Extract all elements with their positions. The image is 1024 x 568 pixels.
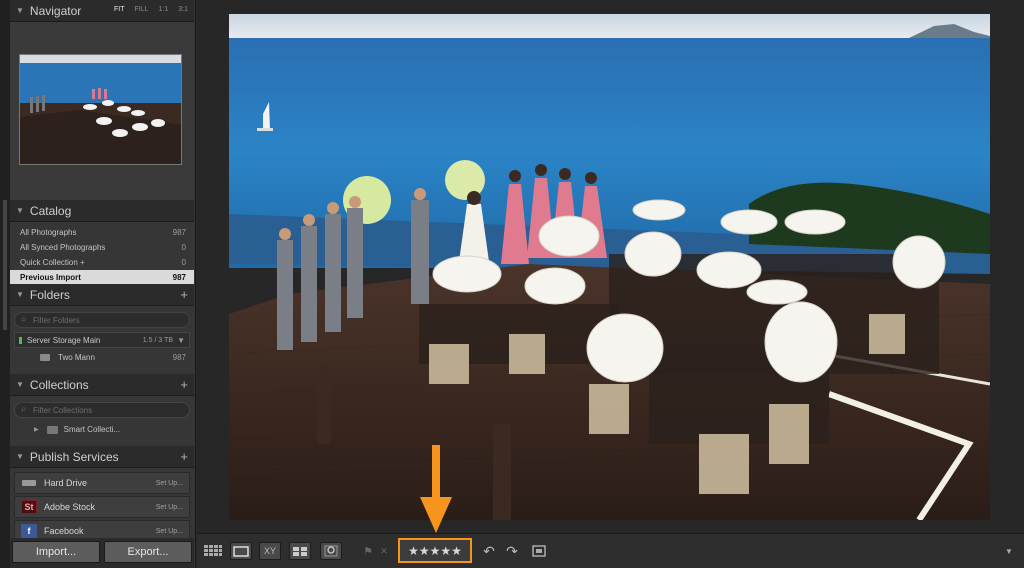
- folder-label: Two Mann: [58, 353, 95, 362]
- zoom-fit[interactable]: FIT: [114, 6, 125, 13]
- import-export-bar: Import... Export...: [10, 538, 194, 568]
- rotate-left-icon[interactable]: ↶: [478, 542, 500, 560]
- crop-overlay-icon[interactable]: [529, 542, 549, 560]
- loupe-view-icon[interactable]: [230, 542, 252, 560]
- add-folder-icon[interactable]: +: [180, 287, 188, 302]
- loupe-photo[interactable]: [229, 14, 990, 520]
- collections-title: Collections: [29, 377, 89, 392]
- zoom-3-1[interactable]: 3:1: [178, 6, 188, 13]
- set-up-link[interactable]: Set Up...: [156, 528, 183, 535]
- catalog-item-label: Previous Import: [20, 273, 81, 282]
- catalog-list: All Photographs 987 All Synced Photograph…: [10, 222, 194, 285]
- filter-collections-input[interactable]: Filter Collections: [14, 402, 190, 418]
- collapse-triangle-icon: ▼: [16, 452, 24, 461]
- catalog-title: Catalog: [29, 203, 72, 218]
- catalog-item-previous-import[interactable]: Previous Import 987: [10, 270, 194, 285]
- highlight-arrow-icon: [420, 445, 452, 533]
- collapse-triangle-icon: ▼: [16, 206, 24, 215]
- folders-header[interactable]: ▼ Folders +: [10, 284, 194, 306]
- volume-name: Server Storage Main: [27, 335, 101, 345]
- publish-services-title: Publish Services: [29, 449, 119, 464]
- export-button[interactable]: Export...: [104, 541, 192, 563]
- catalog-item-label: Quick Collection +: [20, 258, 85, 267]
- catalog-item-all-synced[interactable]: All Synced Photographs 0: [10, 240, 194, 255]
- smart-collection-icon: [46, 425, 58, 434]
- navigator-preview-image: [20, 55, 181, 164]
- catalog-item-count: 0: [181, 243, 186, 252]
- publish-service-facebook[interactable]: f Facebook Set Up...: [14, 520, 190, 538]
- zoom-fill[interactable]: FILL: [135, 6, 149, 13]
- smart-collection-label: Smart Collecti...: [63, 425, 121, 434]
- publish-services-body: Hard Drive Set Up... St Adobe Stock Set …: [10, 468, 194, 538]
- volume-dropdown-icon[interactable]: ▼: [177, 336, 185, 345]
- facebook-icon: f: [21, 524, 37, 538]
- publish-service-hard-drive[interactable]: Hard Drive Set Up...: [14, 472, 190, 494]
- star-rating[interactable]: ★★★★★: [398, 538, 472, 563]
- navigator-header[interactable]: ▼ Navigator FIT FILL 1:1 3:1: [10, 0, 194, 22]
- expand-triangle-icon[interactable]: ▶: [34, 426, 39, 433]
- smart-collection-set[interactable]: ▶ Smart Collecti...: [10, 422, 194, 437]
- survey-view-icon[interactable]: [289, 542, 311, 560]
- left-panel-edge[interactable]: [0, 0, 10, 568]
- collapse-triangle-icon: ▼: [16, 6, 24, 15]
- catalog-item-count: 987: [172, 273, 186, 282]
- folder-icon: [40, 354, 50, 361]
- publish-services-header[interactable]: ▼ Publish Services +: [10, 446, 194, 468]
- catalog-item-count: 0: [181, 258, 186, 267]
- collapse-triangle-icon: ▼: [16, 380, 24, 389]
- main-image-view: [197, 0, 1024, 533]
- rotate-right-icon[interactable]: ↷: [501, 542, 523, 560]
- catalog-item-label: All Synced Photographs: [20, 243, 106, 252]
- navigator-body: [10, 22, 194, 200]
- left-panel: ▼ Navigator FIT FILL 1:1 3:1 ▼ Catalog A…: [0, 0, 196, 568]
- folders-title: Folders: [29, 287, 70, 302]
- flag-pick-icon[interactable]: ⚑: [361, 542, 375, 560]
- publish-service-label: Hard Drive: [44, 478, 88, 488]
- publish-service-label: Adobe Stock: [44, 502, 96, 512]
- compare-view-icon[interactable]: XY: [259, 542, 281, 560]
- flag-reject-icon[interactable]: ✕: [377, 542, 391, 560]
- catalog-header[interactable]: ▼ Catalog: [10, 200, 194, 222]
- set-up-link[interactable]: Set Up...: [156, 480, 183, 487]
- folder-count: 987: [172, 353, 186, 362]
- publish-service-label: Facebook: [44, 526, 84, 536]
- lightroom-library-window: ▼ Navigator FIT FILL 1:1 3:1 ▼ Catalog A…: [0, 0, 1024, 568]
- folders-body: Filter Folders Server Storage Main 1.5 /…: [10, 312, 194, 374]
- collapse-triangle-icon: ▼: [16, 290, 24, 299]
- toolbar-options-dropdown-icon[interactable]: ▼: [1001, 542, 1017, 560]
- catalog-item-count: 987: [172, 228, 186, 237]
- catalog-item-all-photographs[interactable]: All Photographs 987: [10, 225, 194, 240]
- volume-capacity: 1.5 / 3 TB: [142, 336, 173, 344]
- set-up-link[interactable]: Set Up...: [156, 504, 183, 511]
- left-panel-stack: ▼ Navigator FIT FILL 1:1 3:1 ▼ Catalog A…: [10, 0, 194, 538]
- library-toolbar: XY ⚑ ✕ ★★★★★ ↶ ↷ ▼: [197, 445, 1024, 568]
- panel-collapse-tab[interactable]: [3, 200, 7, 330]
- collections-header[interactable]: ▼ Collections +: [10, 374, 194, 396]
- import-button[interactable]: Import...: [12, 541, 100, 563]
- people-view-icon[interactable]: [320, 542, 342, 560]
- hard-drive-icon: [21, 476, 37, 490]
- publish-service-adobe-stock[interactable]: St Adobe Stock Set Up...: [14, 496, 190, 518]
- filter-folders-input[interactable]: Filter Folders: [14, 312, 190, 328]
- folder-label-wrap: Two Mann: [40, 353, 95, 362]
- navigator-title: Navigator: [29, 3, 82, 18]
- navigator-zoom-options: FIT FILL 1:1 3:1: [114, 6, 188, 13]
- zoom-1-1[interactable]: 1:1: [159, 6, 169, 13]
- adobe-stock-icon: St: [21, 500, 37, 514]
- navigator-preview[interactable]: [19, 54, 182, 165]
- collections-body: Filter Collections ▶ Smart Collecti...: [10, 402, 194, 446]
- folder-item[interactable]: Two Mann 987: [10, 350, 194, 365]
- catalog-item-label: All Photographs: [20, 228, 77, 237]
- wedding-photo: [229, 14, 990, 520]
- add-collection-icon[interactable]: +: [180, 377, 188, 392]
- catalog-item-quick-collection[interactable]: Quick Collection + 0: [10, 255, 194, 270]
- grid-view-icon[interactable]: [202, 542, 224, 560]
- add-publish-service-icon[interactable]: +: [180, 449, 188, 464]
- volume-server-storage[interactable]: Server Storage Main 1.5 / 3 TB ▼: [14, 332, 190, 348]
